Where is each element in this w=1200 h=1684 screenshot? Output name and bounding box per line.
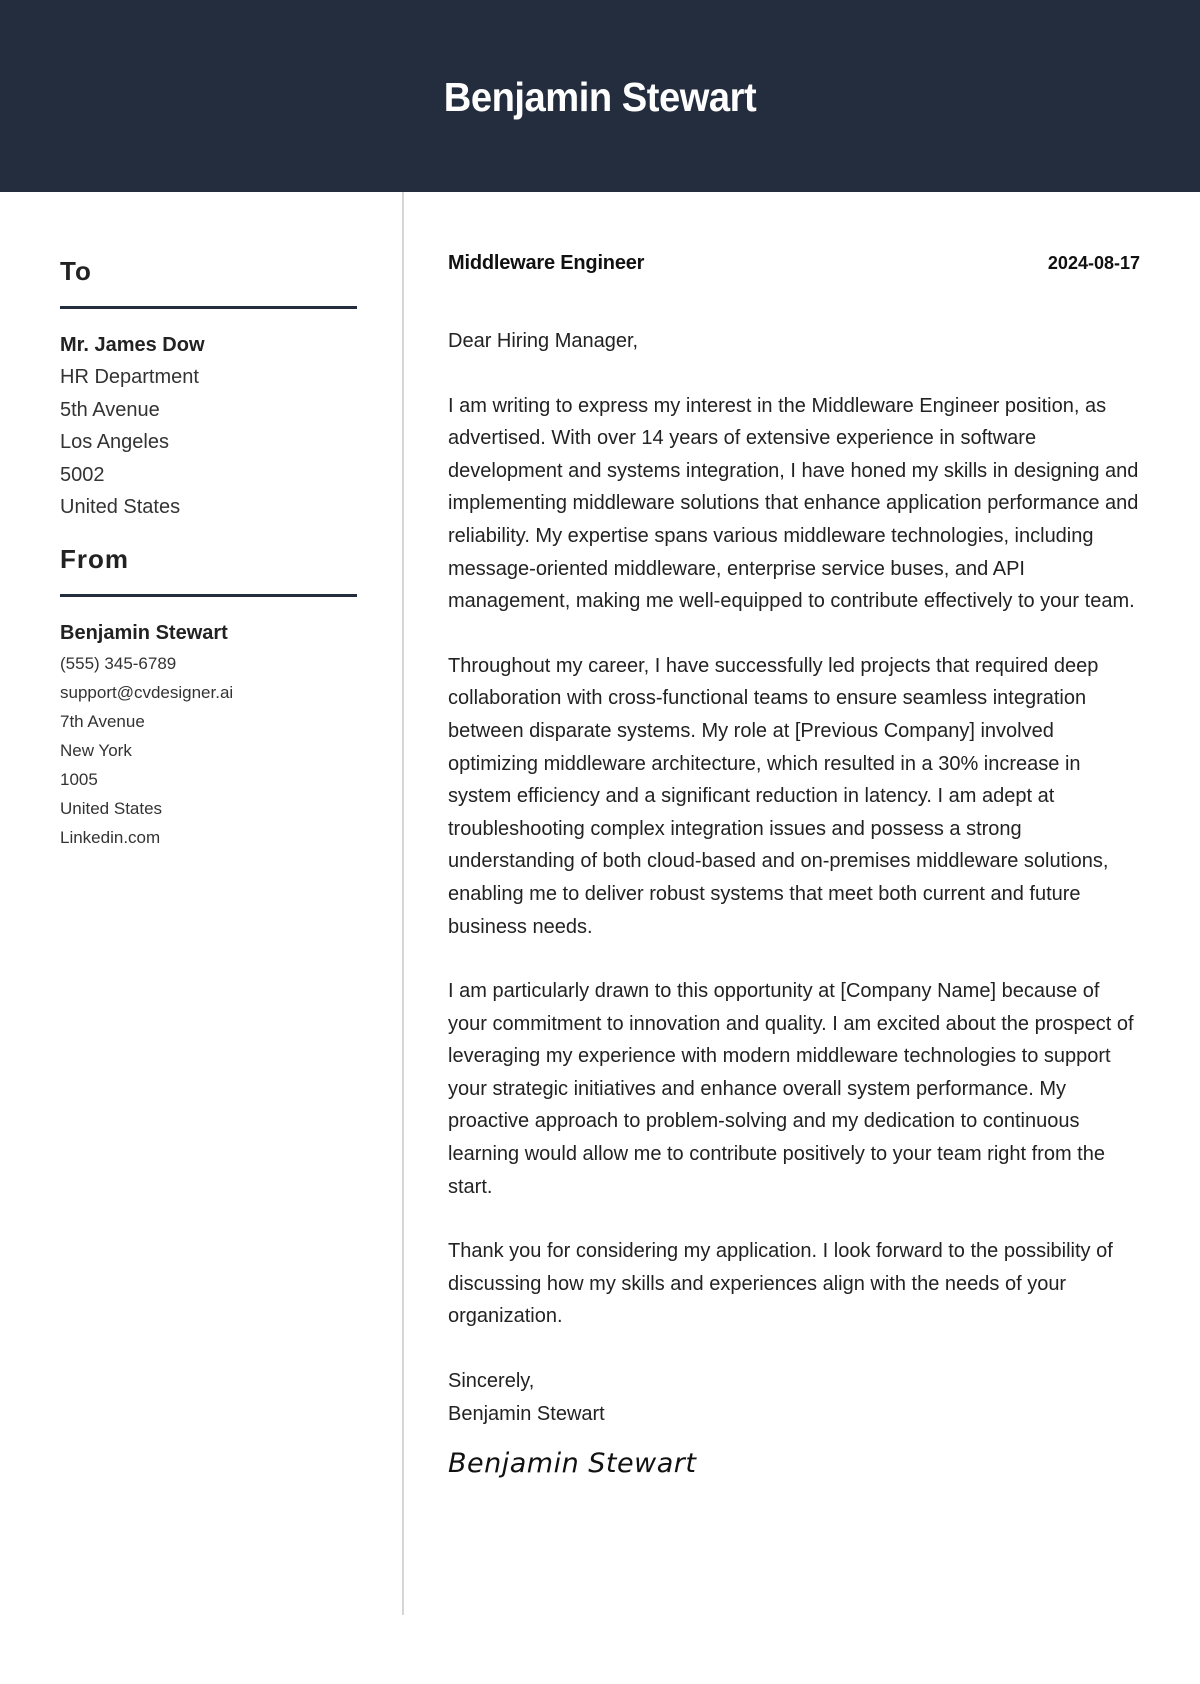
closing-salutation: Sincerely, bbox=[448, 1370, 535, 1393]
page-header: Benjamin Stewart bbox=[0, 0, 1200, 192]
sender-details: Benjamin Stewart (555) 345-6789 support@… bbox=[60, 617, 357, 852]
recipient-department: HR Department bbox=[60, 366, 199, 388]
sender-phone: (555) 345-6789 bbox=[60, 653, 177, 673]
closing-name: Benjamin Stewart bbox=[448, 1402, 605, 1425]
greeting: Dear Hiring Manager, bbox=[448, 330, 639, 352]
section-rule bbox=[60, 306, 357, 309]
sender-website: Linkedin.com bbox=[60, 827, 161, 847]
applicant-name: Benjamin Stewart bbox=[443, 73, 757, 120]
recipient-heading: To bbox=[60, 256, 92, 286]
section-rule bbox=[60, 593, 357, 597]
sender-street: 7th Avenue bbox=[60, 711, 145, 731]
paragraph-thanks: Thank you for considering my application… bbox=[448, 1240, 1113, 1328]
recipient-city: Los Angeles bbox=[60, 431, 169, 454]
signature: Benjamin Stewart bbox=[448, 1448, 697, 1480]
letter-date: 2024-08-17 bbox=[1047, 253, 1140, 273]
sidebar: To Mr. James Dow HR Department 5th Avenu… bbox=[60, 252, 357, 852]
paragraph-experience: Throughout my career, I have successfull… bbox=[448, 654, 1109, 938]
recipient-name: Mr. James Dow bbox=[60, 334, 205, 356]
recipient-postcode: 5002 bbox=[60, 463, 105, 486]
column-divider bbox=[402, 192, 404, 1615]
job-title: Middleware Engineer bbox=[448, 252, 645, 274]
sender-country: United States bbox=[60, 798, 163, 818]
recipient-details: Mr. James Dow HR Department 5th Avenue L… bbox=[60, 329, 357, 524]
sender-email: support@cvdesigner.ai bbox=[60, 682, 234, 702]
closing-block: Sincerely, Benjamin Stewart bbox=[448, 1365, 1140, 1430]
recipient-country: United States bbox=[60, 496, 181, 519]
sender-section: From Benjamin Stewart (555) 345-6789 sup… bbox=[60, 540, 357, 852]
letter-topline: Middleware Engineer 2024-08-17 bbox=[448, 252, 1140, 275]
paragraph-intro: I am writing to express my interest in t… bbox=[448, 394, 1139, 613]
letter-body: Middleware Engineer 2024-08-17 Dear Hiri… bbox=[448, 252, 1140, 1479]
recipient-street: 5th Avenue bbox=[60, 398, 160, 421]
sender-postcode: 1005 bbox=[60, 769, 98, 789]
sender-city: New York bbox=[60, 740, 132, 760]
sender-name: Benjamin Stewart bbox=[60, 621, 228, 644]
paragraph-motivation: I am particularly drawn to this opportun… bbox=[448, 980, 1134, 1198]
sender-heading: From bbox=[60, 543, 129, 574]
recipient-section: To Mr. James Dow HR Department 5th Avenu… bbox=[60, 252, 357, 524]
